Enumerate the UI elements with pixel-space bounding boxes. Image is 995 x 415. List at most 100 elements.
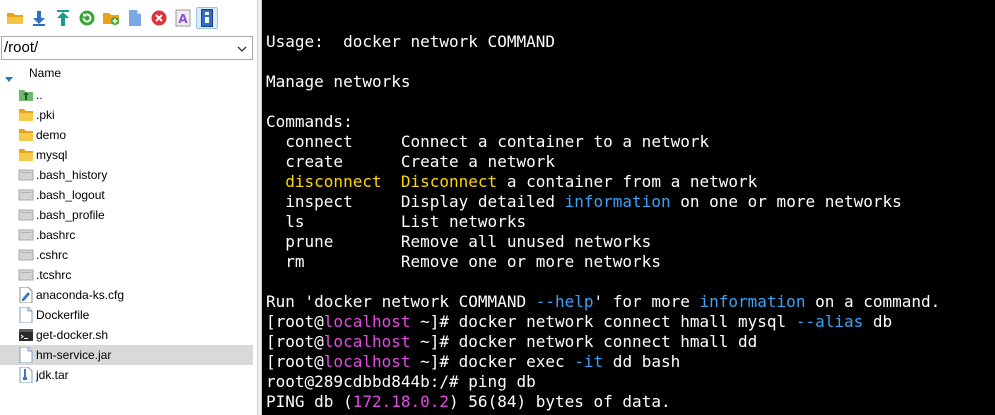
file-icon: [18, 267, 34, 283]
file-icon: [18, 167, 34, 183]
terminal-text: rm Remove one or more networks: [266, 252, 661, 271]
terminal-line: [root@localhost ~]# docker network conne…: [266, 312, 892, 332]
upload-icon[interactable]: [52, 7, 74, 29]
terminal-text: dd bash: [603, 352, 681, 371]
terminal-text: Manage networks: [266, 72, 411, 91]
terminal-text: ~]# docker network connect hmall dd: [410, 332, 758, 351]
terminal-text: [root@: [266, 332, 324, 351]
terminal-text: prune Remove all unused networks: [266, 232, 652, 251]
file-name-label: demo: [36, 128, 67, 142]
terminal-line: Commands:: [266, 112, 353, 132]
file-name-label: hm-service.jar: [36, 348, 112, 362]
new-file-icon[interactable]: [124, 7, 146, 29]
file-toolbar: A: [0, 0, 257, 36]
file-list-item[interactable]: hm-service.jar: [0, 345, 253, 365]
delete-icon[interactable]: [148, 7, 170, 29]
file-list-item[interactable]: demo: [0, 125, 253, 145]
refresh-icon[interactable]: [76, 7, 98, 29]
path-combobox[interactable]: /root/: [1, 36, 253, 60]
path-input[interactable]: /root/: [4, 39, 38, 56]
chevron-down-icon[interactable]: [236, 42, 248, 60]
terminal-text: ls List networks: [266, 212, 527, 231]
terminal-text: ) 56(84) bytes of data.: [449, 392, 671, 411]
file-list-item[interactable]: .bash_logout: [0, 185, 253, 205]
file-name-label: .bash_history: [36, 168, 108, 182]
terminal-line: ls List networks: [266, 212, 526, 232]
terminal-text: on a command.: [805, 292, 941, 311]
terminal-line: Usage: docker network COMMAND: [266, 32, 555, 52]
new-folder-icon[interactable]: [100, 7, 122, 29]
file-name-label: anaconda-ks.cfg: [36, 288, 125, 302]
file-icon: [18, 227, 34, 243]
terminal-text: -it: [574, 352, 604, 371]
file-name-label: .bashrc: [36, 228, 76, 242]
terminal-line: disconnect Disconnect a container from a…: [266, 172, 757, 192]
file-icon: [18, 207, 34, 223]
terminal-text: information: [564, 192, 671, 211]
terminal-text: on one or more networks: [670, 192, 902, 211]
file-list-item[interactable]: .bashrc: [0, 225, 253, 245]
terminal-text: localhost: [323, 312, 411, 331]
file-list-item[interactable]: Dockerfile: [0, 305, 253, 325]
file-name-label: ..: [36, 88, 43, 102]
file-name-label: jdk.tar: [36, 368, 69, 382]
terminal-text: information: [699, 292, 806, 311]
file-list-item[interactable]: .tcshrc: [0, 265, 253, 285]
terminal-text: localhost: [323, 332, 411, 351]
terminal-text: PING db (: [266, 392, 353, 411]
file-name-label: Dockerfile: [36, 308, 90, 322]
file-list-item[interactable]: .bash_history: [0, 165, 253, 185]
file-list-item[interactable]: mysql: [0, 145, 253, 165]
terminal-text: [root@: [266, 312, 324, 331]
terminal-text: --help: [535, 292, 594, 311]
archive-icon: [18, 366, 34, 384]
terminal-output[interactable]: Usage: docker network COMMAND Manage netw…: [262, 0, 995, 415]
terminal-text: ~]# docker exec: [410, 352, 575, 371]
document-icon: [18, 306, 34, 324]
terminal-line: rm Remove one or more networks: [266, 252, 661, 272]
terminal-text: Commands:: [266, 112, 353, 131]
terminal-text: --alias: [795, 312, 864, 331]
file-name-label: .bash_profile: [36, 208, 105, 222]
file-list-item[interactable]: .cshrc: [0, 245, 253, 265]
file-name-label: .tcshrc: [36, 268, 72, 282]
terminal-text: 172.18.0.2: [352, 392, 450, 411]
terminal-text: ' for more: [593, 292, 700, 311]
config-file-icon: [18, 286, 34, 304]
terminal-line: create Create a network: [266, 152, 555, 172]
document-icon: [18, 346, 34, 364]
open-folder-icon[interactable]: [4, 7, 26, 29]
terminal-line: inspect Display detailed information on …: [266, 192, 902, 212]
file-list-item[interactable]: ..: [0, 85, 253, 105]
download-icon[interactable]: [28, 7, 50, 29]
terminal-line: prune Remove all unused networks: [266, 232, 651, 252]
terminal-text: Run 'docker network COMMAND: [266, 292, 536, 311]
file-icon: [18, 187, 34, 203]
file-list-item[interactable]: .bash_profile: [0, 205, 253, 225]
file-list-item[interactable]: jdk.tar: [0, 365, 253, 385]
file-name-label: .bash_logout: [36, 188, 105, 202]
terminal-line: Run 'docker network COMMAND --help' for …: [266, 292, 940, 312]
terminal-text: [root@: [266, 352, 324, 371]
parent-folder-icon: [18, 87, 34, 103]
folder-icon: [18, 147, 34, 163]
properties-icon[interactable]: [196, 7, 218, 29]
file-browser-panel: A /root/ Name .. .pki demo mysql .bash_histo…: [0, 0, 258, 415]
file-list-item[interactable]: get-docker.sh: [0, 325, 253, 345]
terminal-line: PING db (172.18.0.2) 56(84) bytes of dat…: [266, 392, 671, 412]
file-list-item[interactable]: anaconda-ks.cfg: [0, 285, 253, 305]
terminal-line: [root@localhost ~]# docker exec -it dd b…: [266, 352, 680, 372]
file-list-item[interactable]: .pki: [0, 105, 253, 125]
column-header-name[interactable]: Name: [0, 62, 257, 84]
file-name-label: .pki: [36, 108, 55, 122]
terminal-text: a container from a network: [497, 172, 758, 191]
terminal-text: localhost: [323, 352, 411, 371]
file-icon: [18, 247, 34, 263]
terminal-text: create Create a network: [266, 152, 555, 171]
folder-icon: [18, 107, 34, 123]
terminal-text: inspect Display detailed: [266, 192, 565, 211]
rename-icon[interactable]: A: [172, 7, 194, 29]
terminal-line: [root@localhost ~]# docker network conne…: [266, 332, 757, 352]
file-name-label: mysql: [36, 148, 68, 162]
column-header-label: Name: [29, 66, 62, 80]
